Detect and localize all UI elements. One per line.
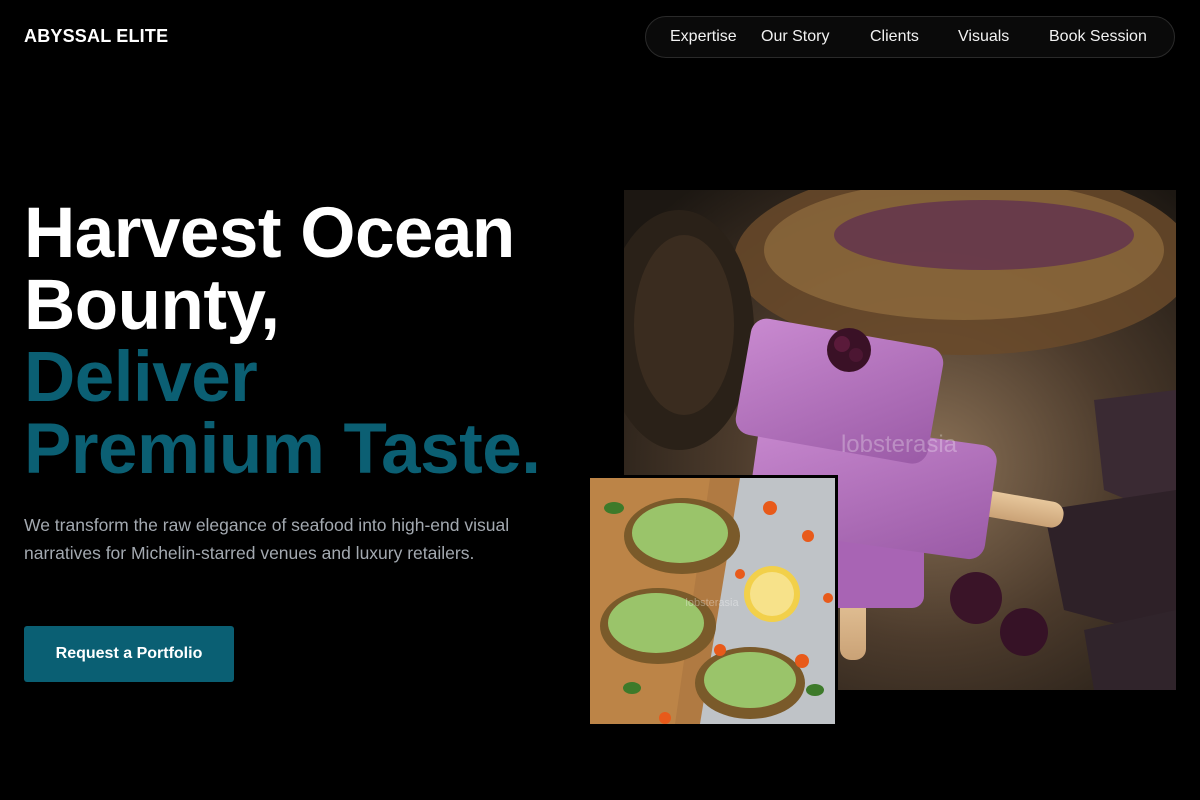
hero-secondary-photo: lobsterasia [587,475,838,727]
nav-item-clients[interactable]: Clients [870,28,919,46]
nav-item-expertise[interactable]: Expertise [670,28,737,46]
main-nav: Expertise Our Story Clients Visuals Book… [645,16,1175,58]
hero-title: Harvest Ocean Bounty, Deliver Premium Ta… [24,198,604,486]
nav-item-visuals[interactable]: Visuals [958,28,1009,46]
hero-title-accent-line-1: Deliver [24,338,258,417]
hero-description: We transform the raw elegance of seafood… [24,515,510,563]
hero-title-line-1: Harvest Ocean [24,194,515,273]
hero-title-line-2: Bounty, [24,266,280,345]
brand-logo[interactable]: ABYSSAL ELITE [24,26,168,47]
request-portfolio-button[interactable]: Request a Portfolio [24,626,234,682]
nav-item-our-story[interactable]: Our Story [761,28,829,46]
secondary-photo-watermark: lobsterasia [685,597,739,609]
main-photo-watermark: lobsterasia [841,431,958,458]
hero-title-accent-line-2: Premium Taste. [24,410,541,489]
nav-item-book-session[interactable]: Book Session [1049,28,1147,46]
